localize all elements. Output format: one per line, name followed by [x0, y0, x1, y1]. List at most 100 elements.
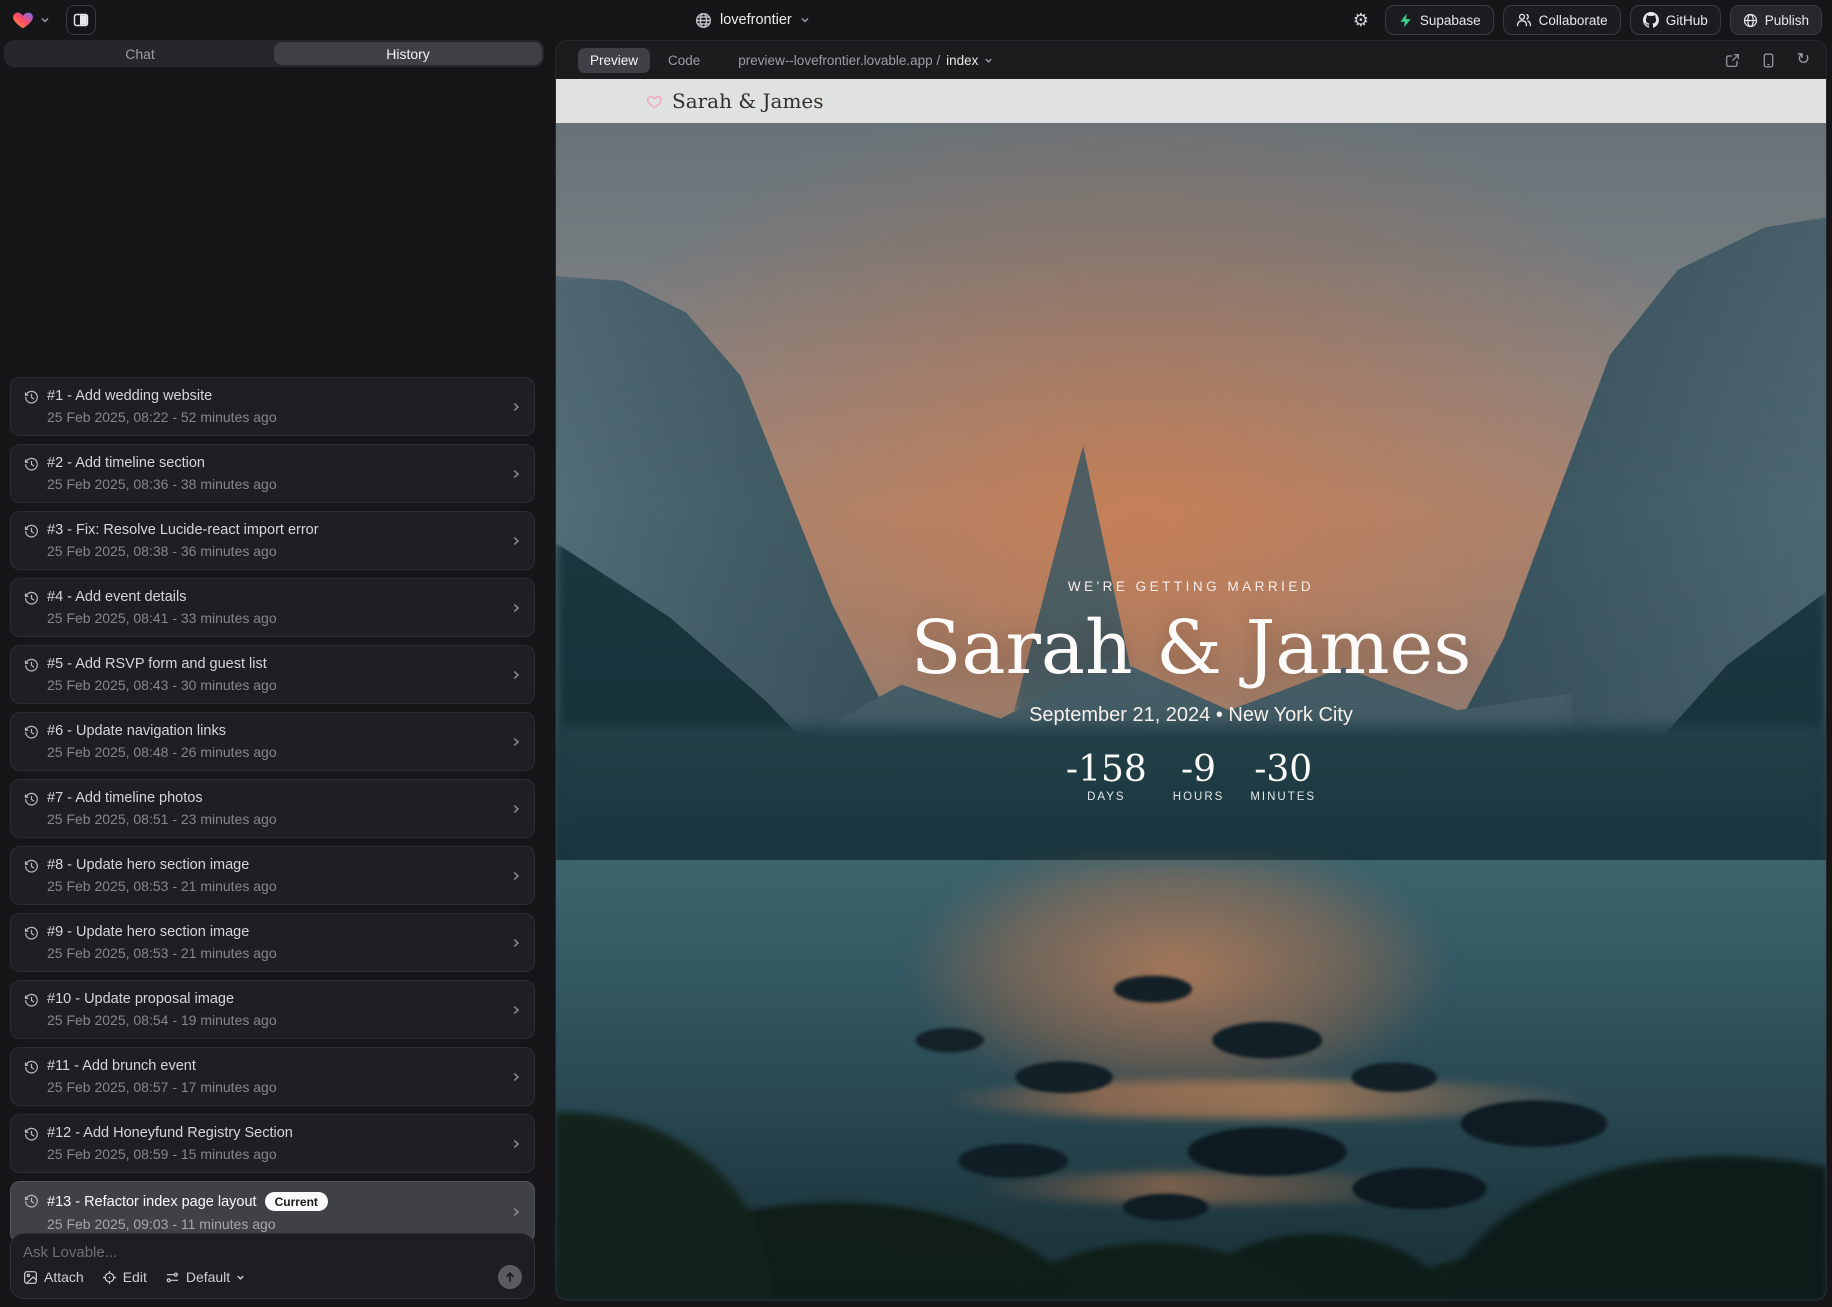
- preview-panel: Preview Code preview--lovefrontier.lovab…: [555, 40, 1827, 1301]
- github-button[interactable]: GitHub: [1630, 5, 1721, 35]
- mode-label: Default: [186, 1269, 230, 1285]
- sidebar-tabbar: Chat History: [4, 40, 544, 67]
- hero-section: WE'RE GETTING MARRIED Sarah & James Sept…: [556, 579, 1826, 803]
- preview-tools: ↻: [1725, 52, 1810, 68]
- mobile-view-icon[interactable]: [1762, 53, 1775, 68]
- tab-preview[interactable]: Preview: [578, 48, 650, 73]
- history-item[interactable]: #3 - Fix: Resolve Lucide-react import er…: [10, 511, 535, 570]
- history-item-title: #11 - Add brunch event: [47, 1058, 196, 1074]
- history-item-body: #9 - Update hero section image 25 Feb 20…: [47, 924, 510, 961]
- chevron-right-icon: [510, 602, 522, 614]
- tab-code[interactable]: Code: [668, 53, 700, 68]
- history-clock-icon: [24, 658, 39, 673]
- chevron-down-icon: [984, 56, 993, 65]
- history-item-timestamp: 25 Feb 2025, 08:53 - 21 minutes ago: [47, 945, 510, 961]
- settings-gear-icon[interactable]: ⚙: [1346, 5, 1376, 35]
- history-item-title: #1 - Add wedding website: [47, 388, 212, 404]
- site-logo-text: Sarah & James: [672, 89, 824, 113]
- history-clock-icon: [24, 993, 39, 1008]
- lovable-logo-icon[interactable]: [12, 9, 34, 31]
- sidebar: Chat History #1 - Add wedding website 25…: [4, 40, 545, 1303]
- history-item-title: #5 - Add RSVP form and guest list: [47, 656, 267, 672]
- history-item-body: #8 - Update hero section image 25 Feb 20…: [47, 857, 510, 894]
- chevron-right-icon: [510, 468, 522, 480]
- history-item-body: #11 - Add brunch event 25 Feb 2025, 08:5…: [47, 1058, 510, 1095]
- publish-globe-icon: [1743, 13, 1758, 28]
- countdown-value: -158: [1066, 751, 1147, 789]
- hero-eyebrow: WE'RE GETTING MARRIED: [1068, 579, 1314, 594]
- tab-chat[interactable]: Chat: [6, 42, 274, 65]
- history-item-timestamp: 25 Feb 2025, 08:48 - 26 minutes ago: [47, 744, 510, 760]
- history-item-timestamp: 25 Feb 2025, 08:54 - 19 minutes ago: [47, 1012, 510, 1028]
- history-clock-icon: [24, 926, 39, 941]
- open-external-icon[interactable]: [1725, 53, 1740, 68]
- tab-history[interactable]: History: [274, 42, 542, 65]
- history-item-body: #13 - Refactor index page layout Current…: [47, 1192, 510, 1232]
- edit-button[interactable]: Edit: [102, 1269, 147, 1285]
- chevron-right-icon: [510, 870, 522, 882]
- preview-toolbar: Preview Code preview--lovefrontier.lovab…: [556, 41, 1826, 79]
- project-selector[interactable]: lovefrontier: [695, 0, 810, 40]
- publish-button[interactable]: Publish: [1730, 5, 1822, 35]
- chevron-right-icon: [510, 1071, 522, 1083]
- refresh-icon[interactable]: ↻: [1797, 52, 1810, 68]
- history-item-body: #4 - Add event details 25 Feb 2025, 08:4…: [47, 589, 510, 626]
- crosshair-icon: [102, 1270, 117, 1285]
- collaborate-button[interactable]: Collaborate: [1503, 5, 1621, 35]
- supabase-button[interactable]: Supabase: [1385, 5, 1494, 35]
- countdown-unit: -158 DAYS: [1066, 751, 1147, 804]
- history-item-title: #2 - Add timeline section: [47, 455, 205, 471]
- history-item-timestamp: 25 Feb 2025, 08:36 - 38 minutes ago: [47, 476, 510, 492]
- edit-label: Edit: [123, 1269, 147, 1285]
- history-item[interactable]: #6 - Update navigation links 25 Feb 2025…: [10, 712, 535, 771]
- ask-lovable-input[interactable]: [23, 1244, 522, 1261]
- composer: Attach Edit Default: [10, 1233, 535, 1299]
- composer-toolbar: Attach Edit Default: [23, 1265, 522, 1289]
- history-item[interactable]: #4 - Add event details 25 Feb 2025, 08:4…: [10, 578, 535, 637]
- history-item[interactable]: #10 - Update proposal image 25 Feb 2025,…: [10, 980, 535, 1039]
- chevron-right-icon: [510, 937, 522, 949]
- history-item-title: #10 - Update proposal image: [47, 991, 234, 1007]
- history-clock-icon: [24, 591, 39, 606]
- preview-url[interactable]: preview--lovefrontier.lovable.app / inde…: [738, 53, 993, 68]
- history-item-body: #10 - Update proposal image 25 Feb 2025,…: [47, 991, 510, 1028]
- collaborate-label: Collaborate: [1539, 13, 1608, 28]
- topbar-left: [12, 5, 96, 35]
- history-item-timestamp: 25 Feb 2025, 08:43 - 30 minutes ago: [47, 677, 510, 693]
- attach-button[interactable]: Attach: [23, 1269, 84, 1285]
- history-item-title: #8 - Update hero section image: [47, 857, 249, 873]
- heart-outline-icon: [646, 93, 663, 110]
- image-icon: [23, 1270, 38, 1285]
- hero-date: September 21, 2024 • New York City: [1029, 704, 1353, 727]
- history-item[interactable]: #2 - Add timeline section 25 Feb 2025, 0…: [10, 444, 535, 503]
- countdown-label: DAYS: [1087, 791, 1125, 803]
- history-item[interactable]: #11 - Add brunch event 25 Feb 2025, 08:5…: [10, 1047, 535, 1106]
- history-item[interactable]: #9 - Update hero section image 25 Feb 20…: [10, 913, 535, 972]
- history-item[interactable]: #8 - Update hero section image 25 Feb 20…: [10, 846, 535, 905]
- history-item[interactable]: #12 - Add Honeyfund Registry Section 25 …: [10, 1114, 535, 1173]
- countdown-label: HOURS: [1173, 791, 1225, 803]
- chevron-right-icon: [510, 1206, 522, 1218]
- toggle-sidebar-button[interactable]: [66, 5, 96, 35]
- history-clock-icon: [24, 1060, 39, 1075]
- chevron-down-icon[interactable]: [40, 15, 50, 25]
- history-clock-icon: [24, 390, 39, 405]
- history-item-body: #12 - Add Honeyfund Registry Section 25 …: [47, 1125, 510, 1162]
- history-item-timestamp: 25 Feb 2025, 08:51 - 23 minutes ago: [47, 811, 510, 827]
- send-button[interactable]: [498, 1265, 522, 1289]
- history-item-title: #13 - Refactor index page layout: [47, 1194, 257, 1210]
- chevron-right-icon: [510, 736, 522, 748]
- history-clock-icon: [24, 725, 39, 740]
- globe-icon: [695, 12, 712, 29]
- history-item[interactable]: #5 - Add RSVP form and guest list 25 Feb…: [10, 645, 535, 704]
- history-item[interactable]: #7 - Add timeline photos 25 Feb 2025, 08…: [10, 779, 535, 838]
- github-label: GitHub: [1666, 13, 1708, 28]
- chevron-right-icon: [510, 1138, 522, 1150]
- history-item[interactable]: #1 - Add wedding website 25 Feb 2025, 08…: [10, 377, 535, 436]
- site-logo[interactable]: Sarah & James: [646, 89, 824, 113]
- history-clock-icon: [24, 524, 39, 539]
- history-item-body: #5 - Add RSVP form and guest list 25 Feb…: [47, 656, 510, 693]
- chevron-right-icon: [510, 401, 522, 413]
- mode-select[interactable]: Default: [165, 1269, 245, 1285]
- history-item-timestamp: 25 Feb 2025, 08:59 - 15 minutes ago: [47, 1146, 510, 1162]
